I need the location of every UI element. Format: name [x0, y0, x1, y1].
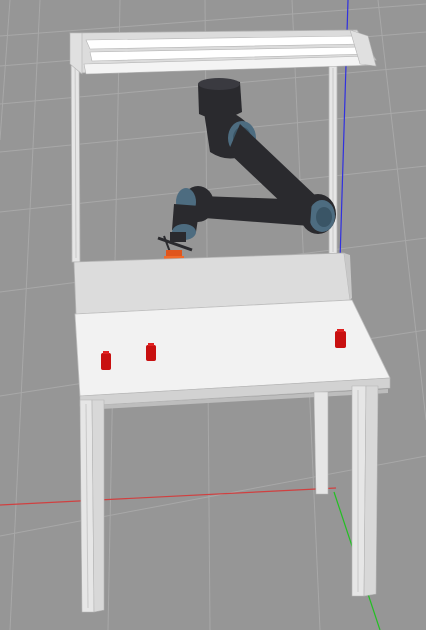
red-object: [146, 343, 156, 361]
3d-viewport[interactable]: [0, 0, 426, 630]
red-object: [335, 329, 346, 348]
table-top: [74, 299, 391, 410]
forearm: [200, 196, 312, 226]
robot-arm: [157, 78, 336, 253]
x-axis: [0, 487, 337, 506]
simulation-scene[interactable]: [0, 0, 426, 630]
red-object: [101, 351, 111, 370]
